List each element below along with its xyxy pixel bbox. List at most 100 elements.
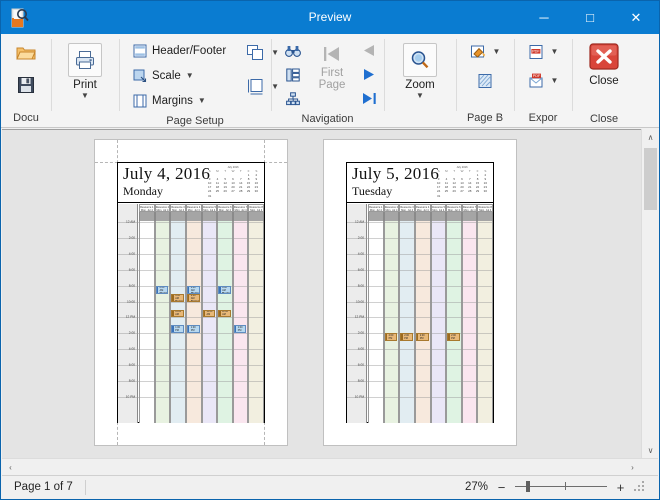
all-day-band[interactable] <box>248 212 264 221</box>
resource-column-header[interactable]: Resource 5 Mon, Jul 4 <box>430 204 447 212</box>
all-day-band[interactable] <box>430 212 447 221</box>
appointment-block[interactable]: 1:00 PM Call <box>233 325 247 334</box>
watermark-button[interactable] <box>472 70 498 92</box>
resource-column-header[interactable]: Resource 8 Mon, Jul 4 <box>248 204 264 212</box>
thumbnails-button[interactable] <box>281 65 305 85</box>
preview-canvas[interactable]: July 4, 2016 Monday July 2016 S M T W T F S 1 2 3 4 5 6… <box>2 129 658 459</box>
resource-column-header[interactable]: Resource 4 Mon, Jul 4 <box>185 204 202 212</box>
close-window-button[interactable]: ✕ <box>613 1 659 34</box>
appointment-block[interactable]: 9:00 AM Review <box>186 293 200 302</box>
resource-column-header[interactable]: Resource 1 Mon, Jul 4 <box>368 204 384 212</box>
resource-column-header[interactable]: Resource 6 Mon, Jul 4 <box>217 204 233 212</box>
resource-column[interactable] <box>446 221 462 423</box>
all-day-band[interactable] <box>368 212 384 221</box>
resource-column-header[interactable]: Resource 2 Mon, Jul 4 <box>383 204 400 212</box>
print-button[interactable]: Print ▼ <box>56 38 114 112</box>
resource-column-header[interactable]: Resource 7 Mon, Jul 4 <box>461 204 478 212</box>
minimize-button[interactable]: ─ <box>521 1 567 34</box>
all-day-band[interactable] <box>154 212 171 221</box>
resource-column[interactable] <box>248 221 264 423</box>
appointment-block[interactable]: 11:00 AM Task <box>218 309 231 318</box>
resource-column-header[interactable]: Resource 5 Mon, Jul 4 <box>201 204 218 212</box>
resource-column-header[interactable]: Resource 4 Mon, Jul 4 <box>414 204 431 212</box>
find-button[interactable] <box>280 41 306 61</box>
resource-column[interactable] <box>154 221 171 423</box>
all-day-band[interactable] <box>477 212 493 221</box>
export-pdf-button[interactable]: PDF ▼ <box>523 41 564 63</box>
all-day-band[interactable] <box>399 212 415 221</box>
header-footer-button[interactable]: Header/Footer <box>128 41 231 61</box>
zoom-slider[interactable] <box>515 479 607 495</box>
resource-column[interactable] <box>399 221 415 423</box>
margins-caret-icon[interactable]: ▼ <box>198 97 206 105</box>
all-day-band[interactable] <box>185 212 202 221</box>
appointment-block[interactable]: 1:00 PM Call <box>186 325 200 334</box>
all-day-band[interactable] <box>170 212 186 221</box>
appointment-block[interactable]: 8:00 AMMeeting <box>218 285 231 294</box>
document-map-button[interactable] <box>281 89 305 109</box>
resource-column[interactable] <box>383 221 400 423</box>
vertical-scroll-thumb[interactable] <box>644 148 657 210</box>
page-color-button[interactable]: ▼ <box>465 41 506 63</box>
scale-button[interactable]: Scale ▼ <box>128 66 231 86</box>
appointment-block[interactable]: 2:00 PM Shift <box>415 333 429 342</box>
resource-column[interactable] <box>368 221 384 423</box>
email-pdf-caret-icon[interactable]: ▼ <box>551 77 559 85</box>
scroll-up-button[interactable]: ∧ <box>642 129 659 146</box>
scale-caret-icon[interactable]: ▼ <box>186 72 194 80</box>
appointment-block[interactable]: 11:00 AM Task <box>171 309 184 318</box>
open-button[interactable] <box>11 41 41 65</box>
resource-column[interactable] <box>185 221 202 423</box>
close-preview-button[interactable]: Close <box>577 38 631 112</box>
resource-column[interactable] <box>139 221 155 423</box>
export-pdf-caret-icon[interactable]: ▼ <box>551 48 559 56</box>
appointment-block[interactable]: 1:00 PM Call <box>171 325 184 334</box>
save-button[interactable] <box>12 73 40 97</box>
zoom-out-button[interactable]: − <box>495 481 508 494</box>
resource-column-header[interactable]: Resource 1 Mon, Jul 4 <box>139 204 155 212</box>
maximize-button[interactable]: □ <box>567 1 613 34</box>
resource-column-header[interactable]: Resource 8 Mon, Jul 4 <box>477 204 493 212</box>
zoom-button[interactable]: Zoom ▼ <box>391 38 449 112</box>
all-day-band[interactable] <box>139 212 155 221</box>
horizontal-scrollbar[interactable]: ‹ › <box>2 458 658 475</box>
scroll-left-button[interactable]: ‹ <box>2 459 19 476</box>
page-color-caret-icon[interactable]: ▼ <box>493 48 501 56</box>
resource-column[interactable] <box>461 221 478 423</box>
zoom-caret-icon[interactable]: ▼ <box>416 92 424 100</box>
appointment-block[interactable]: 2:00 PM Shift <box>447 333 460 342</box>
scroll-right-button[interactable]: › <box>624 459 641 476</box>
margins-button[interactable]: Margins ▼ <box>128 91 231 111</box>
appointment-block[interactable]: 8:00 AMMeeting <box>186 285 200 294</box>
resource-column-header[interactable]: Resource 3 Mon, Jul 4 <box>399 204 415 212</box>
resource-column[interactable] <box>201 221 218 423</box>
zoom-slider-thumb[interactable] <box>526 481 530 492</box>
resource-column-header[interactable]: Resource 2 Mon, Jul 4 <box>154 204 171 212</box>
scroll-down-button[interactable]: ∨ <box>642 442 659 459</box>
resource-column[interactable] <box>430 221 447 423</box>
resource-column[interactable] <box>217 221 233 423</box>
all-day-band[interactable] <box>217 212 233 221</box>
appointment-block[interactable]: 11:00 AM Task <box>202 309 216 318</box>
resource-column[interactable] <box>232 221 249 423</box>
all-day-band[interactable] <box>414 212 431 221</box>
resource-column-header[interactable]: Resource 3 Mon, Jul 4 <box>170 204 186 212</box>
first-page-button[interactable]: First Page <box>312 38 352 112</box>
email-pdf-button[interactable]: PDF ▼ <box>523 70 564 92</box>
resource-column[interactable] <box>477 221 493 423</box>
resource-column[interactable] <box>414 221 431 423</box>
last-page-button[interactable] <box>356 88 384 109</box>
appointment-block[interactable]: 8:00 AMMeeting <box>155 285 169 294</box>
resource-column-header[interactable]: Resource 7 Mon, Jul 4 <box>232 204 249 212</box>
page-2[interactable]: July 5, 2016 Tuesday July 2016 S M T W T F S 1 2 3 4 5… <box>324 140 516 445</box>
all-day-band[interactable] <box>383 212 400 221</box>
page-1[interactable]: July 4, 2016 Monday July 2016 S M T W T F S 1 2 3 4 5 6… <box>95 140 287 445</box>
appointment-block[interactable]: 9:00 AM Review <box>171 293 184 302</box>
appointment-block[interactable]: 2:00 PM Shift <box>384 333 398 342</box>
resize-grip[interactable] <box>634 481 646 493</box>
resource-column-header[interactable]: Resource 6 Mon, Jul 4 <box>446 204 462 212</box>
resource-column[interactable] <box>170 221 186 423</box>
all-day-band[interactable] <box>201 212 218 221</box>
next-page-button[interactable] <box>356 64 384 85</box>
all-day-band[interactable] <box>446 212 462 221</box>
